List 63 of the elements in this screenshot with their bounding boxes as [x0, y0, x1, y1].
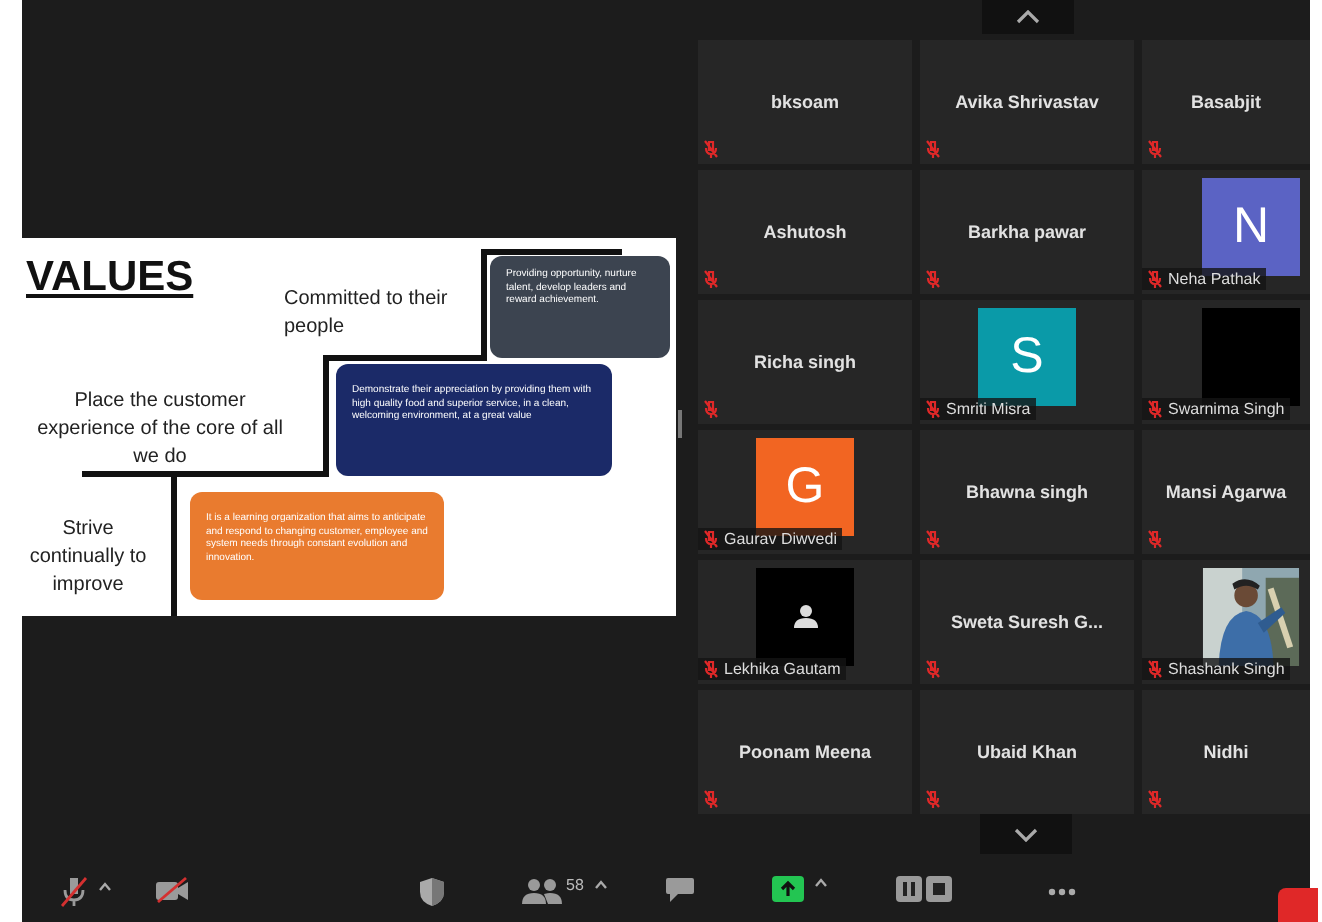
page-down-button[interactable]: [980, 814, 1072, 854]
participant-tile[interactable]: Mansi Agarwa: [1142, 430, 1310, 554]
stop-icon[interactable]: [926, 876, 952, 902]
participant-name: Barkha pawar: [967, 222, 1087, 242]
splitter-handle[interactable]: [678, 410, 682, 438]
participant-tile[interactable]: Poonam Meena: [698, 690, 912, 814]
video-off-icon[interactable]: [154, 876, 190, 904]
participant-tile[interactable]: Avika Shrivastav: [920, 40, 1134, 164]
participant-name: Richa singh: [753, 352, 856, 372]
participant-name: Mansi Agarwa: [1165, 482, 1287, 502]
participant-tile[interactable]: S Smriti Misra: [920, 300, 1134, 424]
slide-title: VALUES: [26, 254, 194, 302]
participant-name: Gaurav Diwvedi: [724, 530, 837, 548]
avatar-tile: G: [756, 437, 854, 535]
participant-name: Swarnima Singh: [1168, 400, 1285, 418]
caret-icon[interactable]: [593, 880, 608, 890]
person-icon: [793, 604, 817, 628]
participant-name: Avika Shrivastav: [955, 92, 1099, 112]
participant-tile[interactable]: bksoam: [698, 40, 912, 164]
participant-tile[interactable]: Barkha pawar: [920, 170, 1134, 294]
participant-name: Poonam Meena: [738, 742, 871, 762]
chevron-down-icon: [1014, 827, 1038, 841]
share-screen-icon[interactable]: [772, 876, 804, 902]
participant-name: Smriti Misra: [946, 400, 1031, 418]
participant-tile[interactable]: Swarnima Singh: [1142, 300, 1310, 424]
video-off-square: [1202, 307, 1300, 405]
participant-count: 58: [566, 876, 584, 894]
slide-statement: Committed to their people: [284, 286, 450, 342]
caret-icon[interactable]: [814, 878, 828, 888]
more-icon[interactable]: [1048, 888, 1076, 896]
participant-tile[interactable]: Lekhika Gautam: [698, 560, 912, 684]
participant-name: Ubaid Khan: [976, 742, 1077, 762]
participant-name: Bhawna singh: [965, 482, 1088, 502]
participant-tile[interactable]: Nidhi: [1142, 690, 1310, 814]
participant-name: Shashank Singh: [1168, 660, 1285, 678]
participant-name: Nidhi: [1203, 742, 1249, 762]
muted-mic-icon[interactable]: [60, 876, 88, 908]
participant-name: Basabjit: [1190, 92, 1261, 112]
participant-name: Lekhika Gautam: [724, 660, 841, 678]
slide-statement: Place the customer experience of the core of all we do: [35, 388, 285, 472]
chevron-up-icon: [1016, 10, 1040, 24]
participant-tile[interactable]: Ubaid Khan: [920, 690, 1134, 814]
caret-icon[interactable]: [98, 881, 112, 891]
participant-tile[interactable]: Ashutosh: [698, 170, 912, 294]
participant-tile[interactable]: G Gaurav Diwvedi: [698, 430, 912, 554]
participant-name: Ashutosh: [763, 222, 847, 242]
participant-tile[interactable]: Bhawna singh: [920, 430, 1134, 554]
participant-tile[interactable]: Richa singh: [698, 300, 912, 424]
pause-icon[interactable]: [896, 876, 922, 902]
participant-tile[interactable]: Basabjit: [1142, 40, 1310, 164]
participants-icon[interactable]: [522, 878, 562, 904]
slide-statement: Strive continually to improve: [27, 516, 149, 600]
participant-name: Neha Pathak: [1168, 270, 1261, 288]
participant-tile[interactable]: Sweta Suresh G...: [920, 560, 1134, 684]
participant-tile[interactable]: N Neha Pathak: [1142, 170, 1310, 294]
avatar-tile: N: [1202, 177, 1300, 275]
participant-name: Sweta Suresh G...: [950, 612, 1104, 632]
avatar-tile: S: [978, 307, 1076, 405]
shield-icon[interactable]: [418, 876, 446, 908]
participant-name: bksoam: [770, 92, 839, 112]
participant-tile[interactable]: Shashank Singh: [1142, 560, 1310, 684]
chat-icon[interactable]: [664, 876, 696, 904]
page-up-button[interactable]: [982, 0, 1074, 34]
